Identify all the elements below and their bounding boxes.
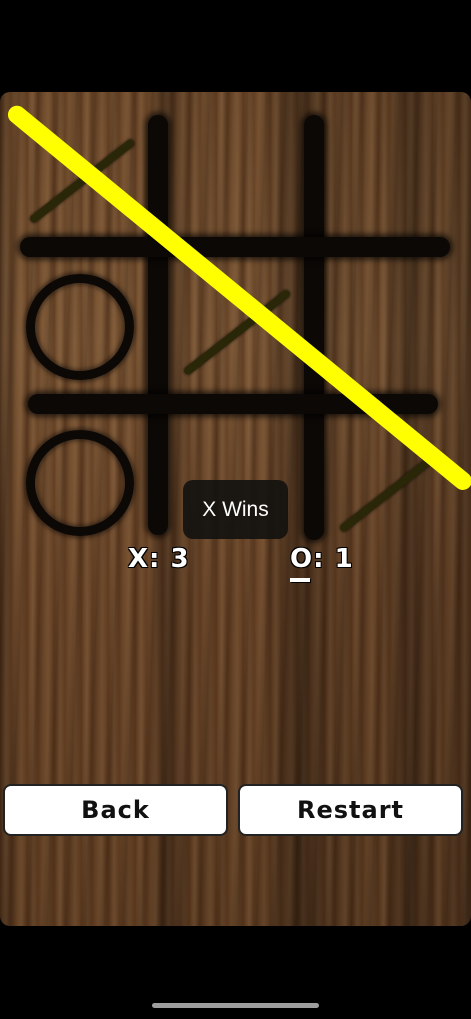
restart-button[interactable]: Restart bbox=[238, 784, 463, 836]
score-x-value: 3 bbox=[170, 544, 190, 574]
o-mark bbox=[26, 274, 134, 380]
game-screen: X: 3 O: 1 X Wins Back Restart bbox=[0, 0, 471, 1019]
score-o-label: O: bbox=[290, 544, 325, 574]
board-cell-2-2[interactable] bbox=[324, 414, 450, 539]
back-button-label: Back bbox=[81, 796, 150, 824]
score-x-label: X: bbox=[128, 544, 161, 574]
back-button[interactable]: Back bbox=[3, 784, 228, 836]
restart-button-label: Restart bbox=[296, 796, 405, 824]
score-o: O: 1 bbox=[290, 544, 354, 582]
grid-line-vertical-right bbox=[304, 115, 324, 540]
board-cell-0-2[interactable] bbox=[324, 105, 450, 237]
turn-indicator-underline bbox=[290, 578, 310, 582]
score-o-value: 1 bbox=[334, 544, 354, 574]
o-mark bbox=[26, 430, 134, 536]
x-mark bbox=[338, 452, 439, 534]
home-indicator[interactable] bbox=[152, 1003, 319, 1008]
board-cell-1-0[interactable] bbox=[20, 257, 148, 394]
score-x: X: 3 bbox=[128, 544, 190, 574]
grid-line-horizontal-top bbox=[20, 237, 450, 257]
board-cell-2-0[interactable] bbox=[20, 414, 148, 539]
grid-line-vertical-left bbox=[148, 115, 168, 535]
result-toast-message: X Wins bbox=[202, 497, 269, 521]
board-cell-0-1[interactable] bbox=[168, 105, 304, 237]
result-toast: X Wins bbox=[183, 480, 288, 539]
